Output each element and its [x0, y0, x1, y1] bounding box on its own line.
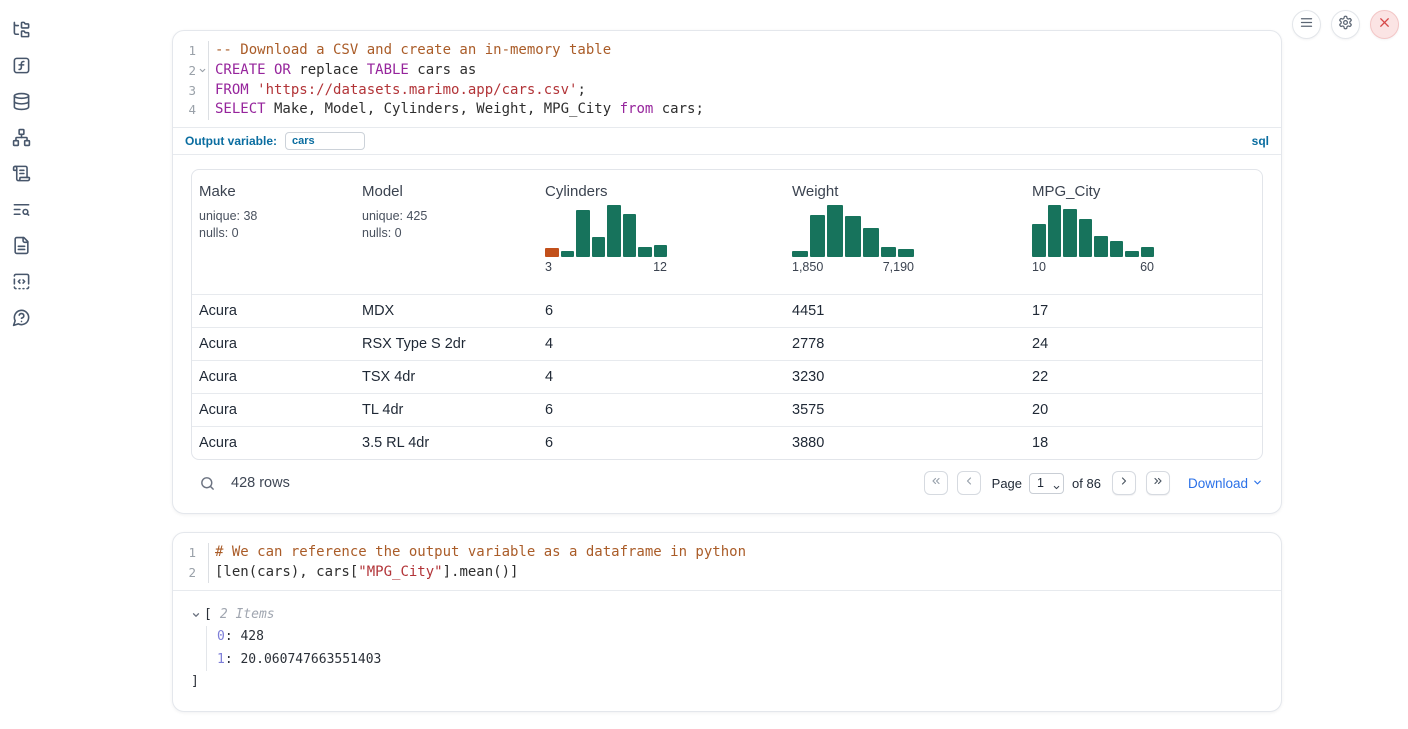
dependencies-panel-button[interactable]	[8, 130, 34, 149]
histogram-axis-labels: 312	[545, 260, 667, 274]
table-row[interactable]: AcuraTSX 4dr4323022	[192, 360, 1262, 393]
tree-entry: 0: 428	[217, 626, 1263, 649]
unique-stat: unique: 425	[362, 208, 538, 225]
table-row[interactable]: AcuraMDX6445117	[192, 294, 1262, 327]
sql-code-editor[interactable]: 1 -- Download a CSV and create an in-mem…	[173, 31, 1281, 127]
help-panel-button[interactable]	[8, 310, 34, 329]
cylinders-histogram[interactable]	[545, 205, 667, 257]
snippets-code-icon	[12, 272, 31, 296]
python-cell: 1 # We can reference the output variable…	[172, 532, 1282, 712]
output-variable-label: Output variable:	[185, 134, 277, 148]
gear-icon	[1338, 15, 1353, 35]
window-controls	[1292, 10, 1399, 39]
page-total-label: of 86	[1072, 476, 1101, 491]
search-icon[interactable]	[199, 475, 216, 492]
python-code-editor[interactable]: 1 # We can reference the output variable…	[173, 533, 1281, 590]
output-variable-row: Output variable: sql	[173, 127, 1281, 155]
datasources-panel-button[interactable]	[8, 94, 34, 113]
hamburger-menu-icon	[1299, 15, 1314, 35]
file-text-icon	[12, 236, 31, 260]
nulls-stat: nulls: 0	[199, 225, 355, 242]
column-header-make[interactable]: Make unique: 38nulls: 0	[192, 170, 355, 294]
mpg-city-histogram[interactable]	[1032, 205, 1154, 257]
column-header-mpg-city[interactable]: MPG_City 1060	[1025, 170, 1262, 294]
chevrons-right-icon	[1152, 474, 1164, 492]
last-page-button[interactable]	[1146, 471, 1170, 495]
snippets-panel-button[interactable]	[8, 274, 34, 293]
scroll-text-icon	[12, 164, 31, 188]
histogram-axis-labels: 1,8507,190	[792, 260, 914, 274]
logs-panel-button[interactable]	[8, 202, 34, 221]
function-square-icon	[12, 56, 31, 80]
sql-output: Make unique: 38nulls: 0 Model unique: 42…	[173, 155, 1281, 506]
sidebar	[0, 22, 42, 329]
nulls-stat: nulls: 0	[362, 225, 538, 242]
sql-cell: 1 -- Download a CSV and create an in-mem…	[172, 30, 1282, 514]
documentation-panel-button[interactable]	[8, 238, 34, 257]
dependency-graph-icon	[12, 128, 31, 152]
table-row[interactable]: AcuraTL 4dr6357520	[192, 393, 1262, 426]
chevron-left-icon	[963, 474, 975, 492]
column-header-weight[interactable]: Weight 1,8507,190	[785, 170, 1025, 294]
fold-chevron-icon[interactable]	[196, 65, 208, 77]
row-count: 428 rows	[231, 475, 290, 491]
text-search-icon	[12, 200, 31, 224]
download-label: Download	[1188, 476, 1248, 491]
notebook-menu-button[interactable]	[1292, 10, 1321, 39]
folder-tree-icon	[12, 20, 31, 44]
download-button[interactable]: Download	[1188, 475, 1263, 491]
chevrons-left-icon	[930, 474, 942, 492]
data-table: Make unique: 38nulls: 0 Model unique: 42…	[191, 169, 1263, 460]
histogram-axis-labels: 1060	[1032, 260, 1154, 274]
language-badge: sql	[1252, 134, 1269, 148]
collapse-chevron-icon[interactable]	[191, 610, 201, 620]
page-select[interactable]: 1	[1029, 473, 1064, 494]
column-header-cylinders[interactable]: Cylinders 312	[538, 170, 785, 294]
open-bracket: [	[204, 604, 212, 627]
next-page-button[interactable]	[1112, 471, 1136, 495]
table-row[interactable]: AcuraRSX Type S 2dr4277824	[192, 327, 1262, 360]
first-page-button[interactable]	[924, 471, 948, 495]
code-line: 2 [len(cars), cars["MPG_City"].mean()]	[173, 563, 1281, 583]
code-line: 3 FROM 'https://datasets.marimo.app/cars…	[173, 81, 1281, 101]
settings-button[interactable]	[1331, 10, 1360, 39]
tree-children: 0: 428 1: 20.060747663551403	[206, 626, 1263, 671]
database-icon	[12, 92, 31, 116]
variables-panel-button[interactable]	[8, 58, 34, 77]
table-header-row: Make unique: 38nulls: 0 Model unique: 42…	[192, 170, 1262, 294]
page-label: Page	[992, 476, 1022, 491]
help-circle-icon	[12, 308, 31, 332]
table-row[interactable]: Acura3.5 RL 4dr6388018	[192, 426, 1262, 459]
items-count: 2 Items	[220, 604, 275, 627]
chevron-right-icon	[1118, 474, 1130, 492]
close-bracket: ]	[191, 671, 1263, 694]
previous-page-button[interactable]	[957, 471, 981, 495]
code-line: 4 SELECT Make, Model, Cylinders, Weight,…	[173, 100, 1281, 120]
tree-value: 428	[240, 629, 263, 644]
weight-histogram[interactable]	[792, 205, 914, 257]
code-line: 2 CREATE OR replace TABLE cars as	[173, 61, 1281, 81]
tree-entry: 1: 20.060747663551403	[217, 649, 1263, 672]
unique-stat: unique: 38	[199, 208, 355, 225]
code-line: 1 -- Download a CSV and create an in-mem…	[173, 41, 1281, 61]
close-icon	[1377, 15, 1392, 35]
tree-value: 20.060747663551403	[240, 652, 381, 667]
chevron-down-icon	[1252, 475, 1263, 491]
file-explorer-button[interactable]	[8, 22, 34, 41]
output-variable-input[interactable]	[285, 132, 365, 150]
code-line: 1 # We can reference the output variable…	[173, 543, 1281, 563]
outline-panel-button[interactable]	[8, 166, 34, 185]
python-output-tree: [ 2 Items 0: 428 1: 20.060747663551403 ]	[173, 590, 1281, 694]
column-header-model[interactable]: Model unique: 425nulls: 0	[355, 170, 538, 294]
shutdown-button[interactable]	[1370, 10, 1399, 39]
table-footer: 428 rows Page 1 of 86 Download	[191, 460, 1263, 506]
